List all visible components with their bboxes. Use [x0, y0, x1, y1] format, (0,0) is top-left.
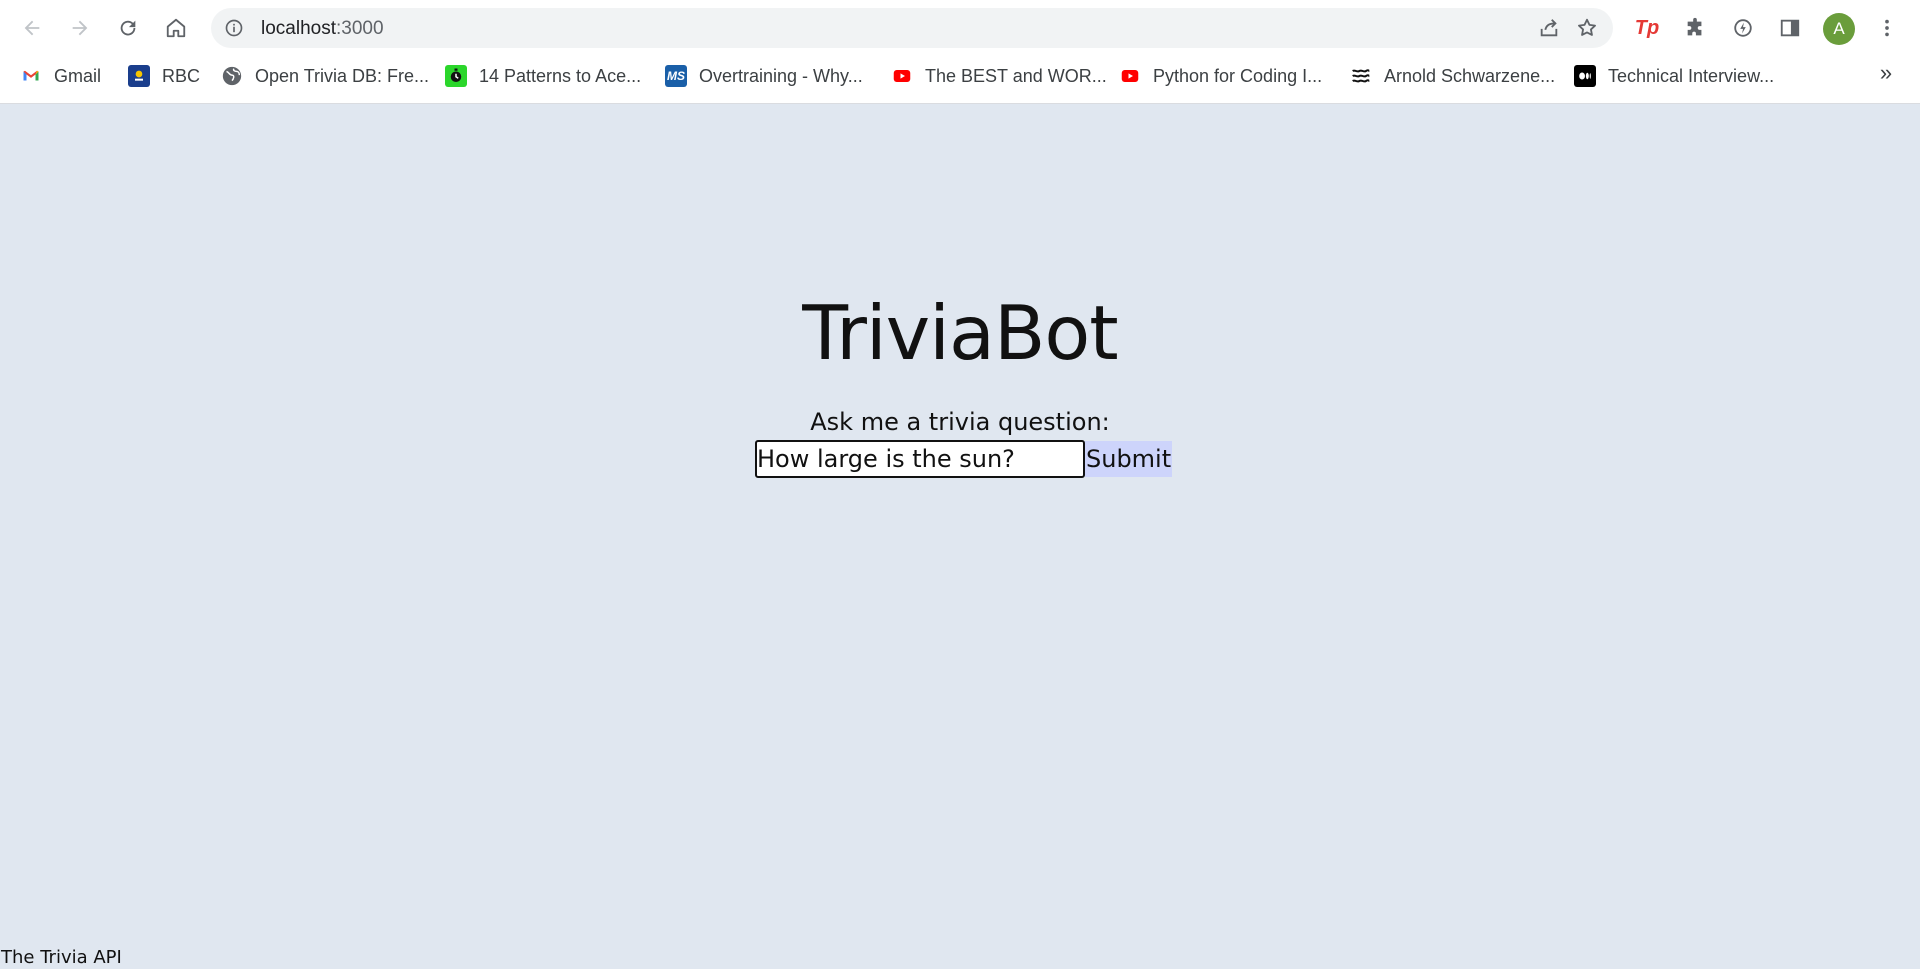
question-form: Submit: [755, 440, 1173, 478]
bookmark-label: Open Trivia DB: Fre...: [255, 65, 430, 86]
page-title: TriviaBot: [802, 289, 1118, 377]
bookmark-label: RBC: [162, 65, 201, 86]
bookmark-python-for-coding[interactable]: Python for Coding I...: [1119, 62, 1322, 90]
bookmark-label: Technical Interview...: [1608, 65, 1775, 86]
bookmark-label: The BEST and WOR...: [925, 65, 1107, 86]
url-port: :3000: [336, 18, 384, 39]
performance-icon[interactable]: [1728, 13, 1758, 43]
extensions-puzzle-icon[interactable]: [1680, 13, 1710, 43]
youtube-icon: [1119, 65, 1141, 87]
youtube-icon: [891, 65, 913, 87]
bookmark-label: Overtraining - Why...: [699, 65, 863, 86]
address-bar[interactable]: localhost:3000: [211, 8, 1613, 48]
question-input[interactable]: [755, 440, 1085, 478]
medium-icon: [1574, 65, 1596, 87]
home-button[interactable]: [158, 10, 194, 46]
bookmark-gmail[interactable]: Gmail: [20, 62, 101, 90]
profile-avatar[interactable]: A: [1823, 13, 1855, 45]
bookmark-arnold[interactable]: Arnold Schwarzene...: [1350, 62, 1555, 90]
bookmark-label: Gmail: [54, 65, 102, 86]
gmail-icon: [20, 65, 42, 87]
arrow-left-icon: [24, 20, 40, 36]
site-info-icon[interactable]: [223, 17, 245, 39]
timer-icon: [445, 65, 467, 87]
share-icon[interactable]: [1537, 16, 1561, 40]
bookmark-14-patterns[interactable]: 14 Patterns to Ace...: [445, 62, 641, 90]
browser-chrome: localhost:3000 Tp A Gmail RBC Open Trivi…: [0, 0, 1920, 104]
home-icon: [166, 18, 186, 38]
bookmark-star-icon[interactable]: [1575, 16, 1599, 40]
bookmark-label: 14 Patterns to Ace...: [479, 65, 642, 86]
footer-credit: The Trivia API: [1, 947, 122, 968]
bookmark-open-trivia-db[interactable]: Open Trivia DB: Fre...: [221, 62, 429, 90]
url-host: localhost: [261, 18, 336, 39]
submit-button[interactable]: Submit: [1085, 441, 1173, 477]
bookmark-the-best-and-worst[interactable]: The BEST and WOR...: [891, 62, 1107, 90]
bookmark-label: Arnold Schwarzene...: [1384, 65, 1556, 86]
back-button[interactable]: [14, 10, 50, 46]
question-prompt: Ask me a trivia question:: [810, 408, 1110, 436]
side-panel-icon[interactable]: [1775, 13, 1805, 43]
rbc-icon: [128, 65, 150, 87]
bookmark-label: Python for Coding I...: [1153, 65, 1323, 86]
menu-kebab-icon[interactable]: [1872, 13, 1902, 43]
waves-icon: [1350, 65, 1372, 87]
bookmark-technical-interview[interactable]: Technical Interview...: [1574, 62, 1774, 90]
page-content: TriviaBot Ask me a trivia question: Subm…: [0, 105, 1920, 969]
arrow-right-icon: [72, 20, 88, 36]
reload-icon: [120, 20, 136, 36]
bookmark-rbc[interactable]: RBC: [128, 62, 200, 90]
tp-extension-icon[interactable]: Tp: [1632, 13, 1662, 43]
ms-icon: MS: [665, 65, 687, 87]
forward-button[interactable]: [62, 10, 98, 46]
more-bookmarks-chevron-icon[interactable]: »: [1874, 60, 1898, 86]
reload-button[interactable]: [110, 10, 146, 46]
globe-icon: [221, 65, 243, 87]
bookmarks-bar: Gmail RBC Open Trivia DB: Fre... 14 Patt…: [0, 60, 1920, 92]
browser-toolbar: localhost:3000 Tp A: [0, 0, 1920, 56]
url-text[interactable]: localhost:3000: [261, 18, 384, 40]
bookmark-overtraining[interactable]: MS Overtraining - Why...: [665, 62, 863, 90]
